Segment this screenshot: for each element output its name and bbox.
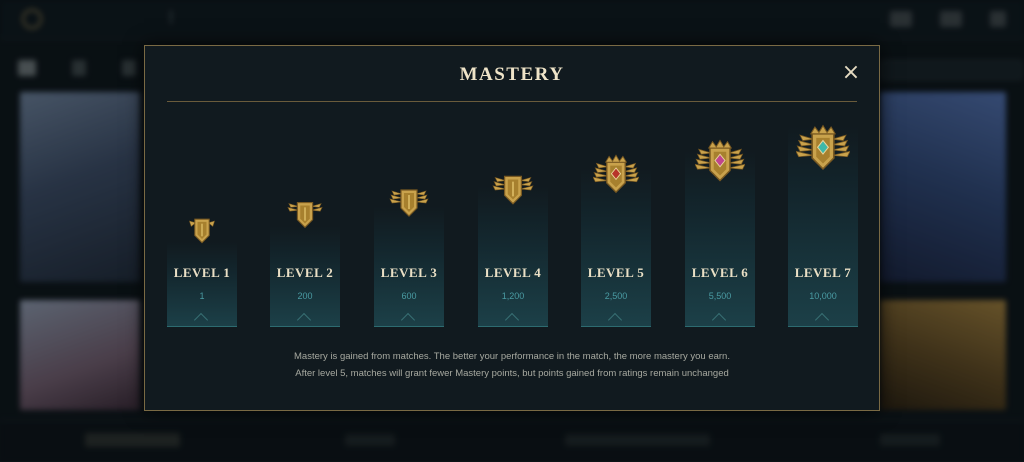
level-points: 10,000 xyxy=(809,291,837,301)
mastery-emblem-icon xyxy=(492,168,534,215)
mastery-level-7: LEVEL 7 10,000 xyxy=(788,46,858,328)
level-label: LEVEL 7 xyxy=(794,265,852,280)
mastery-emblem-icon xyxy=(389,182,429,227)
mastery-emblem-icon xyxy=(286,195,324,238)
level-label: LEVEL 4 xyxy=(484,265,542,280)
pillar-base xyxy=(685,326,755,327)
level-label: LEVEL 2 xyxy=(276,265,334,280)
mastery-modal: MASTERY × LEVEL 1 1 LEVEL 2 200 LEVEL 3 600 LE… xyxy=(144,45,880,411)
pillar-base xyxy=(788,326,858,327)
level-label: LEVEL 1 xyxy=(173,265,231,280)
info-text-line-1: Mastery is gained from matches. The bett… xyxy=(294,351,730,362)
mastery-emblem-icon xyxy=(795,123,851,182)
info-text-line-2: After level 5, matches will grant fewer … xyxy=(295,368,729,379)
mastery-level-6: LEVEL 6 5,500 xyxy=(685,46,755,328)
pillar-base xyxy=(374,326,444,327)
level-points: 1 xyxy=(199,291,205,301)
mastery-level-1: LEVEL 1 1 xyxy=(167,46,237,328)
mastery-level-2: LEVEL 2 200 xyxy=(270,46,340,328)
level-label: LEVEL 5 xyxy=(587,265,645,280)
level-label: LEVEL 3 xyxy=(380,265,438,280)
mastery-emblem-icon xyxy=(694,138,746,193)
mastery-level-3: LEVEL 3 600 xyxy=(374,46,444,328)
level-label: LEVEL 6 xyxy=(691,265,749,280)
pillar-base xyxy=(478,326,548,327)
mastery-level-5: LEVEL 5 2,500 xyxy=(581,46,651,328)
level-points: 5,500 xyxy=(708,291,732,301)
level-points: 600 xyxy=(401,291,417,301)
level-points: 200 xyxy=(297,291,313,301)
pillar-base xyxy=(270,326,340,327)
level-points: 1,200 xyxy=(501,291,525,301)
level-points: 2,500 xyxy=(604,291,628,301)
mastery-emblem-icon xyxy=(184,212,220,253)
pillar-base xyxy=(581,326,651,327)
pillar-base xyxy=(167,326,237,327)
mastery-level-4: LEVEL 4 1,200 xyxy=(478,46,548,328)
mastery-emblem-icon xyxy=(592,153,640,204)
